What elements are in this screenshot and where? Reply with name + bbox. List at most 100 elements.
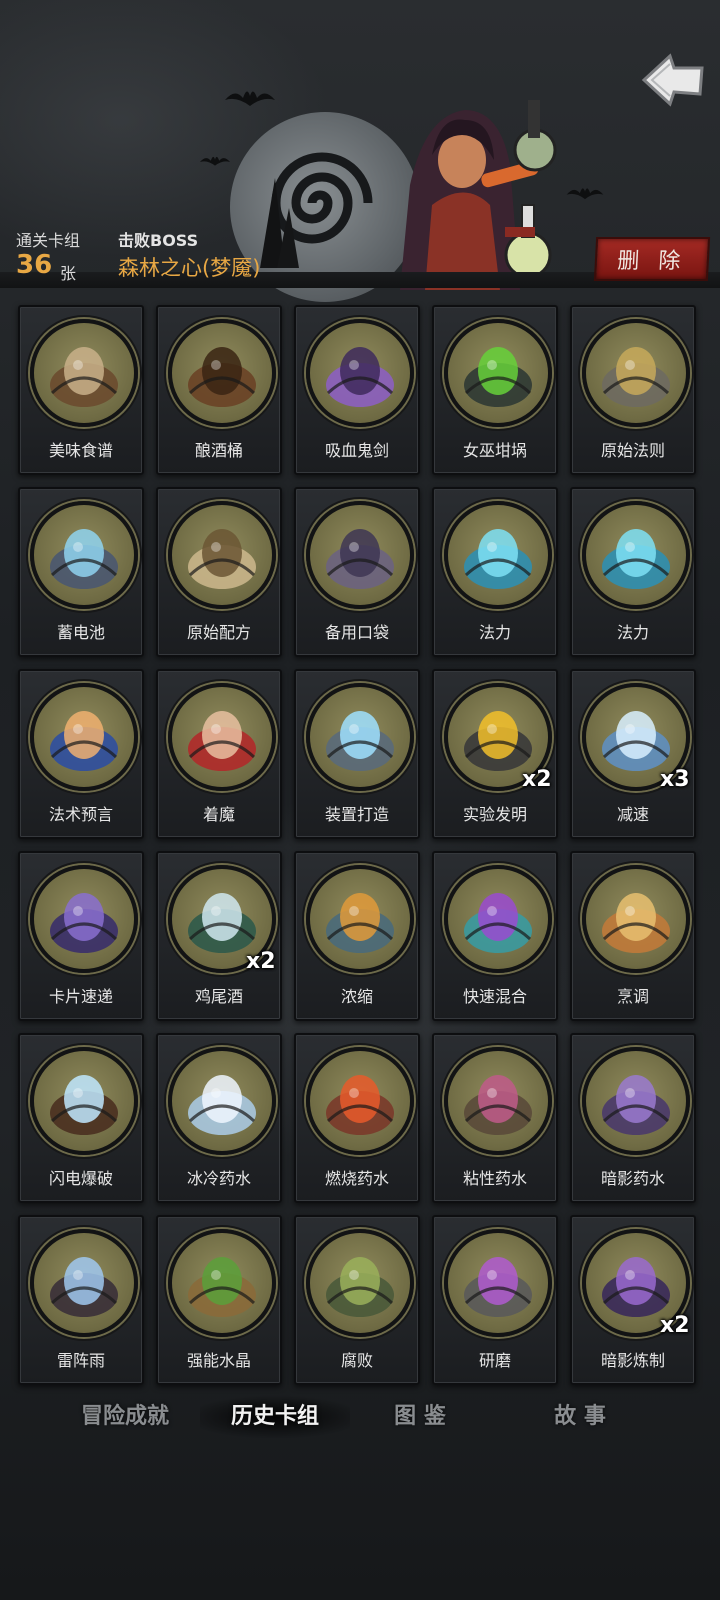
- card-name: 吸血鬼剑: [324, 441, 389, 460]
- card-name: 美味食谱: [48, 441, 113, 460]
- vampire-sword-icon: [326, 347, 394, 407]
- deck-card[interactable]: 吸血鬼剑: [294, 305, 420, 475]
- card-medal: [30, 683, 138, 791]
- lightning-icon: [50, 1075, 118, 1135]
- deck-card[interactable]: 燃烧药水: [294, 1033, 420, 1203]
- bat-icon: [566, 188, 604, 200]
- deck-card[interactable]: 法术预言: [18, 669, 144, 839]
- deck-card[interactable]: 装置打造: [294, 669, 420, 839]
- card-medal: [30, 319, 138, 427]
- card-name: 原始法则: [600, 441, 665, 460]
- card-medal: [30, 865, 138, 973]
- card-medal: [444, 865, 552, 973]
- boss-name: 森林之心(梦魇): [118, 256, 261, 280]
- card-name: 法力: [478, 623, 511, 642]
- decay-icon: [326, 1257, 394, 1317]
- card-multiplier-badge: x2: [660, 1313, 690, 1338]
- grind-icon: [464, 1257, 532, 1317]
- card-medal: [444, 1047, 552, 1155]
- deck-card[interactable]: 强能水晶: [156, 1215, 282, 1385]
- deck-card[interactable]: 卡片速递: [18, 851, 144, 1021]
- card-name: 装置打造: [324, 805, 389, 824]
- scales-icon: [602, 347, 670, 407]
- deck-card[interactable]: 雷阵雨: [18, 1215, 144, 1385]
- card-name: 暗影药水: [600, 1169, 665, 1188]
- deck-card[interactable]: 腐败: [294, 1215, 420, 1385]
- bottom-tabs: 冒险成就 历史卡组 图 鉴 故 事: [0, 1395, 720, 1443]
- deck-card[interactable]: 原始法则: [570, 305, 696, 475]
- thunderstorm-icon: [50, 1257, 118, 1317]
- deck-card[interactable]: 酿酒桶: [156, 305, 282, 475]
- possessed-icon: [188, 711, 256, 771]
- witch-cauldron-icon: [464, 347, 532, 407]
- deck-card[interactable]: 暗影药水: [570, 1033, 696, 1203]
- card-name: 备用口袋: [324, 623, 389, 642]
- tab-achievements[interactable]: 冒险成就: [60, 1395, 190, 1439]
- deck-card[interactable]: 实验发明 x2: [432, 669, 558, 839]
- deck-card[interactable]: 粘性药水: [432, 1033, 558, 1203]
- deck-card[interactable]: 备用口袋: [294, 487, 420, 657]
- card-medal: [168, 319, 276, 427]
- card-medal: [168, 1047, 276, 1155]
- sticky-potion-icon: [464, 1075, 532, 1135]
- deck-card[interactable]: 浓缩: [294, 851, 420, 1021]
- deck-card[interactable]: 研磨: [432, 1215, 558, 1385]
- card-medal: [168, 1229, 276, 1337]
- card-medal: [30, 1229, 138, 1337]
- card-medal: [306, 319, 414, 427]
- tab-story[interactable]: 故 事: [530, 1395, 630, 1439]
- mana-orb-icon: [602, 529, 670, 589]
- deck-card[interactable]: 原始配方: [156, 487, 282, 657]
- deck-card[interactable]: 法力: [432, 487, 558, 657]
- card-name: 闪电爆破: [48, 1169, 113, 1188]
- card-name: 酿酒桶: [194, 441, 243, 460]
- card-medal: [444, 501, 552, 609]
- card-medal: [168, 501, 276, 609]
- spiral-tree-icon: [260, 152, 373, 268]
- tab-history-deck[interactable]: 历史卡组: [200, 1395, 350, 1439]
- deck-card[interactable]: 快速混合: [432, 851, 558, 1021]
- card-medal: [306, 865, 414, 973]
- alchemist-hero-illustration: [400, 100, 557, 290]
- card-name: 研磨: [478, 1351, 511, 1370]
- delete-button[interactable]: 删 除: [593, 237, 711, 281]
- card-name: 法力: [616, 623, 649, 642]
- deck-card[interactable]: 美味食谱: [18, 305, 144, 475]
- card-name: 原始配方: [186, 623, 251, 642]
- card-medal: [30, 1047, 138, 1155]
- deck-label: 通关卡组: [16, 231, 81, 250]
- deck-card[interactable]: 暗影炼制 x2: [570, 1215, 696, 1385]
- back-button[interactable]: [640, 52, 704, 108]
- card-multiplier-badge: x2: [522, 767, 552, 792]
- card-name: 燃烧药水: [324, 1169, 389, 1188]
- card-name: 快速混合: [462, 987, 527, 1006]
- deck-count: 36: [16, 250, 53, 280]
- deck-card[interactable]: 着魔: [156, 669, 282, 839]
- barrel-icon: [188, 347, 256, 407]
- deck-card[interactable]: 减速 x3: [570, 669, 696, 839]
- back-arrow-icon: [641, 53, 704, 107]
- shadow-potion-icon: [602, 1075, 670, 1135]
- deck-card[interactable]: 鸡尾酒 x2: [156, 851, 282, 1021]
- card-multiplier-badge: x3: [660, 767, 690, 792]
- deck-card[interactable]: 蓄电池: [18, 487, 144, 657]
- deck-unit: 张: [60, 264, 77, 283]
- tab-codex[interactable]: 图 鉴: [370, 1395, 470, 1439]
- card-name: 鸡尾酒: [194, 987, 243, 1006]
- history-deck-screen: 通关卡组 36 张 击败BOSS 森林之心(梦魇) 删 除 美味食谱 酿酒桶 吸血鬼…: [0, 0, 720, 1600]
- cooking-icon: [602, 893, 670, 953]
- deck-card[interactable]: 法力: [570, 487, 696, 657]
- deck-card[interactable]: 闪电爆破: [18, 1033, 144, 1203]
- card-name: 女巫坩埚: [462, 441, 527, 460]
- card-medal: [582, 501, 690, 609]
- card-name: 粘性药水: [462, 1169, 527, 1188]
- distill-icon: [326, 893, 394, 953]
- deck-card[interactable]: 女巫坩埚: [432, 305, 558, 475]
- deck-card[interactable]: 冰冷药水: [156, 1033, 282, 1203]
- card-medal: [168, 683, 276, 791]
- card-name: 减速: [616, 805, 649, 824]
- card-medal: [306, 683, 414, 791]
- pouch-icon: [326, 529, 394, 589]
- deck-card[interactable]: 烹调: [570, 851, 696, 1021]
- card-delivery-icon: [50, 893, 118, 953]
